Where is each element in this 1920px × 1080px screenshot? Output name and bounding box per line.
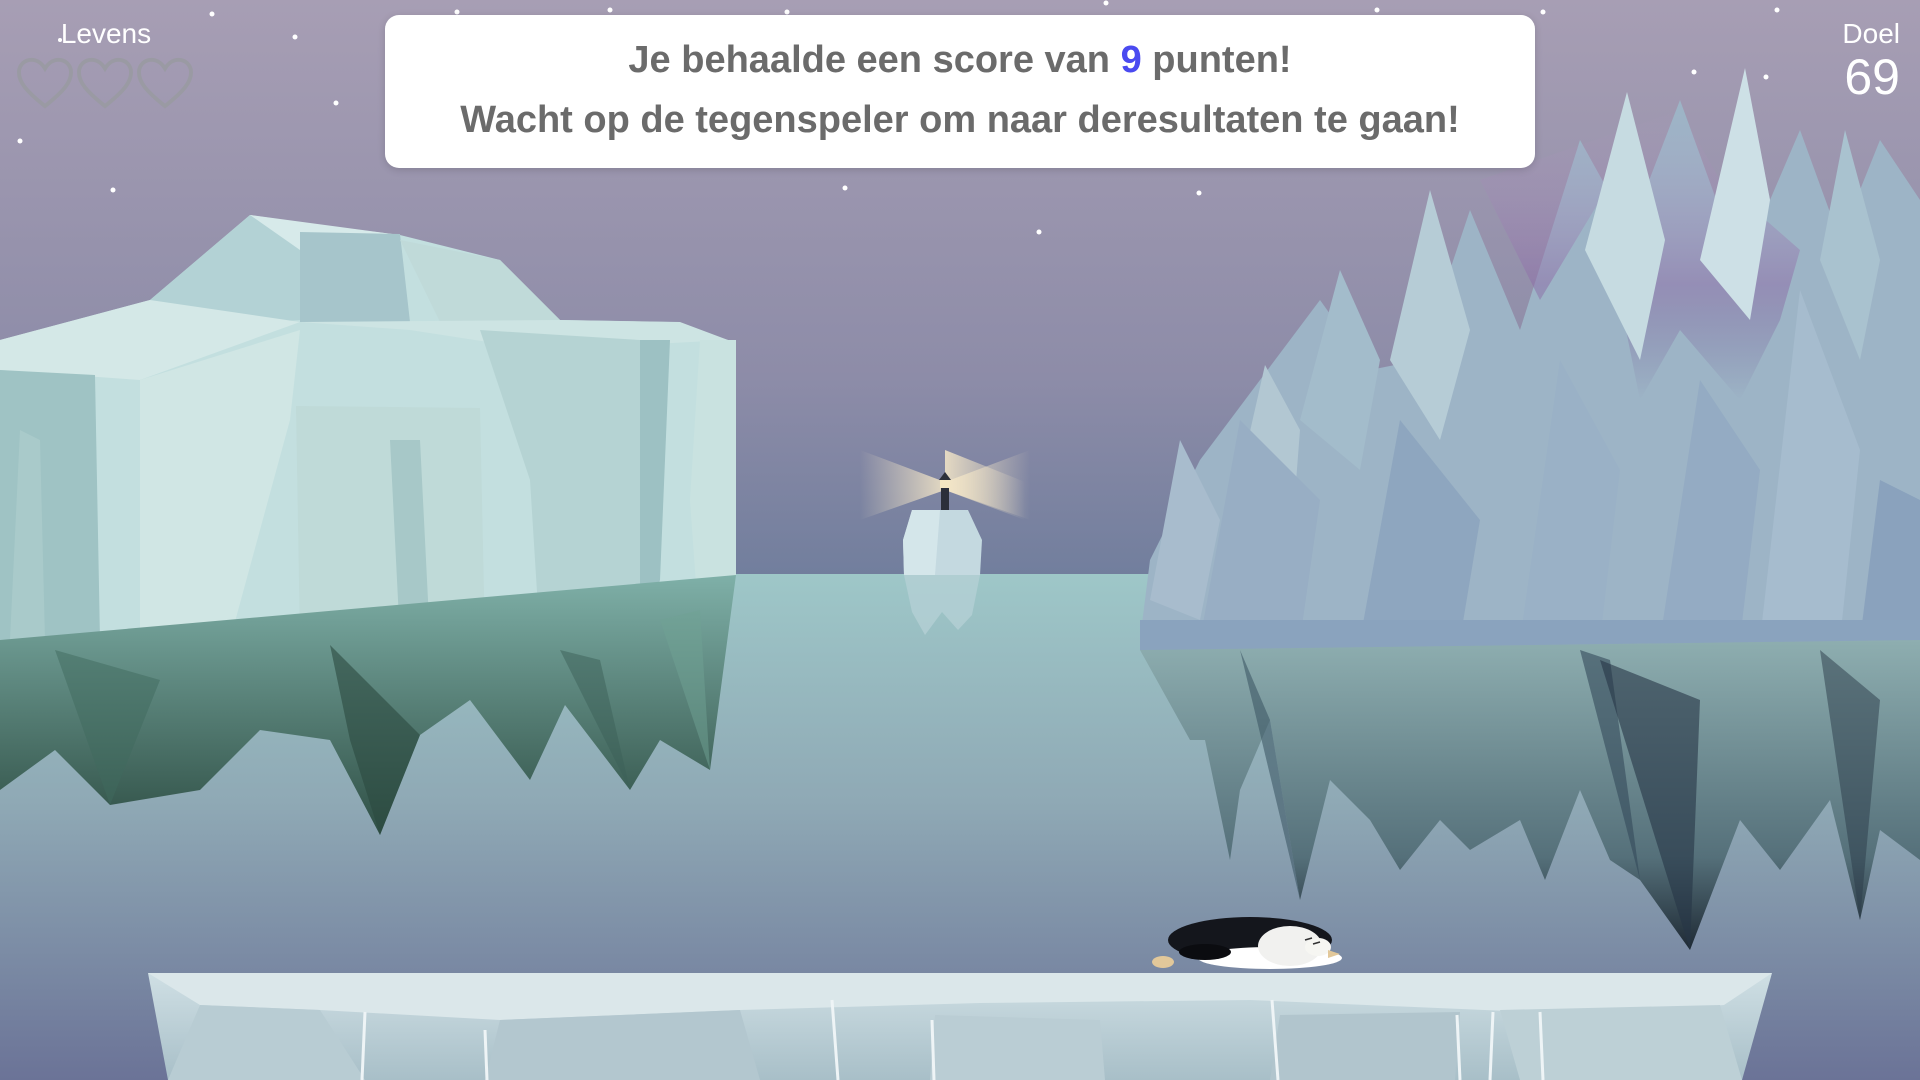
goal-label: Doel [1842,18,1900,49]
ice-floe [148,973,1772,1080]
lives-label: Levens [60,18,152,49]
score-value: 9 [1120,39,1142,81]
heart-outline-icon [17,57,73,109]
score-message-suffix: punten! [1141,39,1292,81]
lives-panel: Levens [16,18,206,110]
waiting-message: Wacht op de tegenspeler om naar deresult… [460,99,1460,141]
goal-value: 69 [1844,49,1900,105]
heart-outline-icon [77,57,133,109]
goal-panel: Doel 69 [1842,18,1900,104]
score-message: Je behaalde een score van 9 punten! [385,39,1535,82]
result-message-card: Je behaalde een score van 9 punten! Wach… [385,15,1535,168]
lives-hearts [16,56,206,110]
score-message-prefix: Je behaalde een score van [628,39,1121,81]
heart-outline-icon [137,57,193,109]
